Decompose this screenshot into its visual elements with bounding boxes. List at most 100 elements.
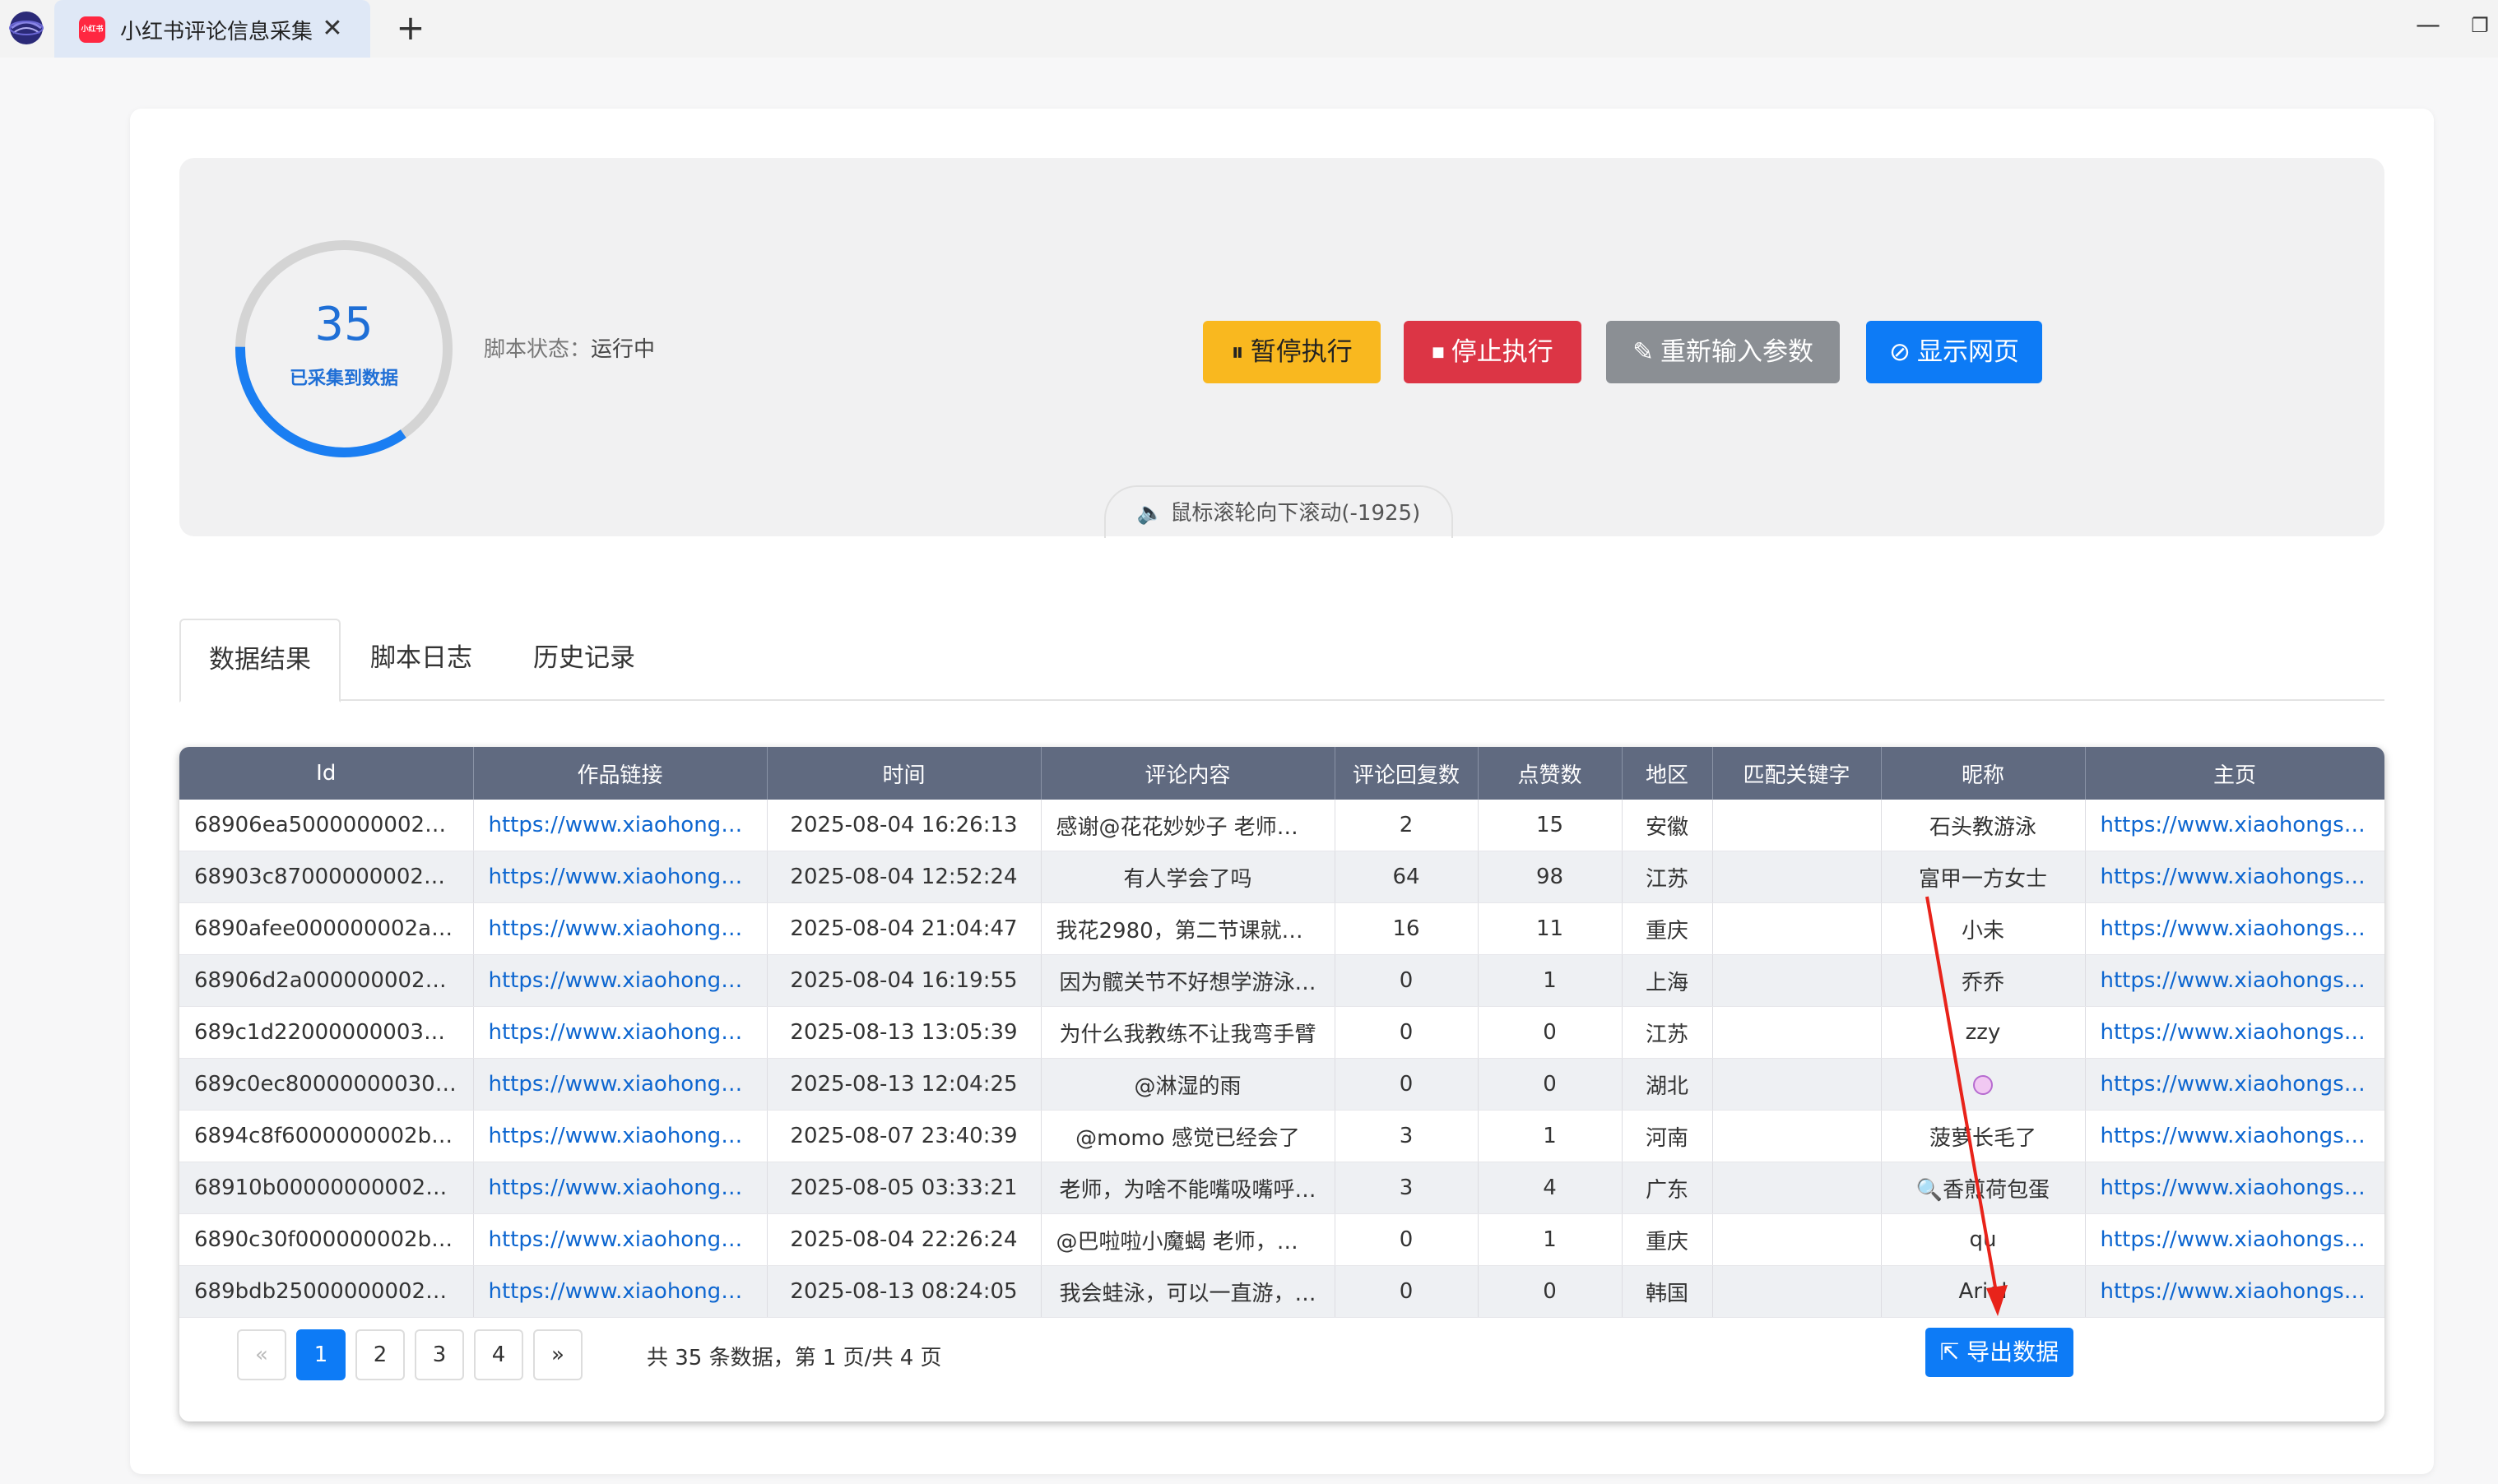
table-cell[interactable]: https://www.xiaohongshu… — [473, 954, 768, 1007]
table-cell[interactable]: https://www.xiaohongshu… — [473, 902, 768, 955]
pagination-page-button[interactable]: 1 — [296, 1329, 346, 1380]
tab-history[interactable]: 历史记录 — [502, 619, 666, 699]
table-row[interactable]: 6890c30f000000002b02f… https://www.xiaoho… — [179, 1213, 2384, 1266]
table-cell[interactable]: https://www.xiaohongshu… — [473, 1058, 768, 1111]
pause-button-label: 暂停执行 — [1250, 337, 1353, 367]
pagination-page-button[interactable]: 3 — [415, 1329, 464, 1380]
table-cell[interactable]: https://www.xiaohongshu… — [2085, 1110, 2384, 1162]
table-cell: 0 — [1478, 1265, 1623, 1318]
table-row[interactable]: 68906ea5000000002903… https://www.xiaohon… — [179, 800, 2384, 851]
status-panel: 35 已采集到数据 脚本状态：运行中 ⏸ 暂停执行 ⏹ 停止执行 ✎ 重新输入参数 ⊘… — [179, 158, 2384, 538]
table-cell: 石头教游泳 — [1881, 800, 2086, 851]
column-header[interactable]: 主页 — [2085, 747, 2384, 800]
collected-label: 已采集到数据 — [289, 369, 398, 389]
table-cell: 15 — [1478, 800, 1623, 851]
table-cell: 我会蛙泳，可以一直游，… — [1041, 1265, 1335, 1318]
table-cell[interactable]: https://www.xiaohongshu… — [2085, 1213, 2384, 1266]
table-cell: @巴啦啦小魔蝎 老师，来… — [1041, 1213, 1335, 1266]
table-cell: 韩国 — [1622, 1265, 1713, 1318]
table-cell: 2025-08-13 12:04:25 — [767, 1058, 1042, 1111]
table-row[interactable]: 68906d2a000000002b01… https://www.xiaohon… — [179, 954, 2384, 1007]
window-minimize-button[interactable]: — — [2407, 5, 2449, 46]
table-cell — [1712, 1006, 1882, 1059]
scroll-hint-text: 鼠标滚轮向下滚动(-1925) — [1170, 501, 1421, 526]
pagination-page-button[interactable]: 4 — [474, 1329, 523, 1380]
table-cell: 6894c8f6000000002b01… — [179, 1110, 474, 1162]
new-tab-button[interactable]: + — [390, 5, 431, 51]
table-cell: 689c1d22000000003000… — [179, 1006, 474, 1059]
edit-icon: ✎ — [1632, 337, 1654, 367]
title-bar: 小红书 小红书评论信息采集 ✕ + — ❐ — [0, 0, 2498, 58]
pause-button[interactable]: ⏸ 暂停执行 — [1203, 321, 1381, 383]
pagination-prev-button[interactable]: « — [237, 1329, 286, 1380]
table-cell[interactable]: https://www.xiaohongshu… — [2085, 1162, 2384, 1214]
main-card: 35 已采集到数据 脚本状态：运行中 ⏸ 暂停执行 ⏹ 停止执行 ✎ 重新输入参数 ⊘… — [130, 109, 2434, 1474]
reinput-params-button[interactable]: ✎ 重新输入参数 — [1606, 321, 1840, 383]
table-cell[interactable]: https://www.xiaohongshu… — [2085, 1265, 2384, 1318]
table-cell: 为什么我教练不让我弯手臂 — [1041, 1006, 1335, 1059]
table-row[interactable]: 6894c8f6000000002b01… https://www.xiaohon… — [179, 1110, 2384, 1162]
stop-button[interactable]: ⏹ 停止执行 — [1404, 321, 1581, 383]
table-cell: 0 — [1335, 954, 1479, 1007]
column-header[interactable]: 时间 — [767, 747, 1042, 800]
table-row[interactable]: 68910b00000000002903… https://www.xiaohon… — [179, 1162, 2384, 1214]
table-cell[interactable]: https://www.xiaohongshu… — [2085, 1058, 2384, 1111]
column-header[interactable]: 评论内容 — [1041, 747, 1335, 800]
table-cell[interactable]: https://www.xiaohongshu… — [473, 1162, 768, 1214]
table-cell — [1712, 1110, 1882, 1162]
xiaohongshu-favicon-icon: 小红书 — [79, 16, 105, 43]
table-cell — [1712, 1265, 1882, 1318]
table-row[interactable]: 689c0ec8000000003001… https://www.xiaohon… — [179, 1058, 2384, 1111]
table-cell — [1712, 1058, 1882, 1111]
data-table: Id 作品链接 时间 评论内容 评论回复数 点赞数 地区 匹配关键字 昵称 主页… — [179, 747, 2384, 1318]
table-row[interactable]: 68903c87000000002a01… https://www.xiaohon… — [179, 851, 2384, 903]
column-header[interactable]: 评论回复数 — [1335, 747, 1479, 800]
table-cell[interactable]: https://www.xiaohongshu… — [473, 1265, 768, 1318]
table-cell[interactable]: https://www.xiaohongshu… — [473, 1110, 768, 1162]
table-cell: 2025-08-13 13:05:39 — [767, 1006, 1042, 1059]
export-data-button[interactable]: ⇱ 导出数据 — [1925, 1328, 2073, 1377]
table-cell: @淋湿的雨 — [1041, 1058, 1335, 1111]
table-cell[interactable]: https://www.xiaohongshu… — [473, 800, 768, 851]
table-cell[interactable]: https://www.xiaohongshu… — [2085, 1006, 2384, 1059]
pause-icon: ⏸ — [1231, 337, 1244, 367]
tab-close-icon[interactable]: ✕ — [316, 8, 349, 49]
pagination-next-button[interactable]: » — [533, 1329, 583, 1380]
table-row[interactable]: 689c1d22000000003000… https://www.xiaohon… — [179, 1006, 2384, 1059]
window-restore-button[interactable]: ❐ — [2463, 5, 2496, 46]
table-cell: 富甲一方女士 — [1881, 851, 2086, 903]
table-cell[interactable]: https://www.xiaohongshu… — [2085, 800, 2384, 851]
stop-button-label: 停止执行 — [1451, 337, 1553, 367]
column-header[interactable]: 点赞数 — [1478, 747, 1623, 800]
tab-script-log[interactable]: 脚本日志 — [341, 619, 502, 699]
table-cell: 2025-08-04 21:04:47 — [767, 902, 1042, 955]
table-row[interactable]: 689bdb25000000002603… https://www.xiaohon… — [179, 1265, 2384, 1318]
table-cell: 1 — [1478, 1213, 1623, 1266]
table-row[interactable]: 6890afee000000002a00a… https://www.xiaoho… — [179, 902, 2384, 955]
column-header[interactable]: 作品链接 — [473, 747, 768, 800]
table-cell: 2 — [1335, 800, 1479, 851]
table-cell: 68910b00000000002903… — [179, 1162, 474, 1214]
table-cell: 乔乔 — [1881, 954, 2086, 1007]
table-cell: 广东 — [1622, 1162, 1713, 1214]
column-header[interactable]: Id — [179, 747, 474, 800]
table-cell — [1712, 954, 1882, 1007]
browser-tab[interactable]: 小红书 小红书评论信息采集 ✕ — [54, 0, 370, 58]
column-header[interactable]: 地区 — [1622, 747, 1713, 800]
tab-data-results[interactable]: 数据结果 — [179, 619, 341, 703]
table-cell[interactable]: https://www.xiaohongshu… — [2085, 902, 2384, 955]
table-cell[interactable]: https://www.xiaohongshu… — [2085, 851, 2384, 903]
pagination-page-button[interactable]: 2 — [355, 1329, 405, 1380]
table-cell[interactable]: https://www.xiaohongshu… — [473, 851, 768, 903]
table-cell[interactable]: https://www.xiaohongshu… — [473, 1006, 768, 1059]
table-cell: 重庆 — [1622, 1213, 1713, 1266]
table-cell[interactable]: https://www.xiaohongshu… — [2085, 954, 2384, 1007]
table-cell: 因为髋关节不好想学游泳… — [1041, 954, 1335, 1007]
show-webpage-button[interactable]: ⊘ 显示网页 — [1866, 321, 2042, 383]
table-cell: 64 — [1335, 851, 1479, 903]
table-cell[interactable]: https://www.xiaohongshu… — [473, 1213, 768, 1266]
table-cell: Ariel — [1881, 1265, 2086, 1318]
column-header[interactable]: 匹配关键字 — [1712, 747, 1882, 800]
column-header[interactable]: 昵称 — [1881, 747, 2086, 800]
export-icon: ⇱ — [1939, 1338, 1960, 1366]
